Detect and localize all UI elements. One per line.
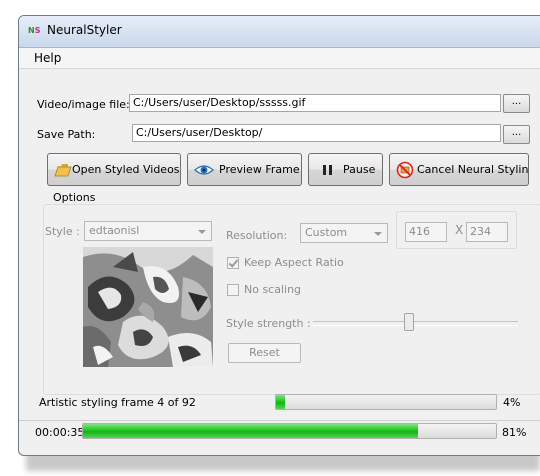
browse-video-button[interactable]: ...: [503, 94, 530, 113]
reset-button[interactable]: Reset: [228, 343, 301, 363]
no-scaling-checkbox[interactable]: [227, 284, 239, 296]
total-progress-percent: 81%: [502, 426, 527, 439]
resolution-label: Resolution:: [226, 229, 288, 242]
cancel-neural-styling-label: Cancel Neural Styling: [417, 163, 529, 176]
style-strength-slider[interactable]: [404, 313, 415, 331]
frame-progress-bar: [275, 394, 497, 410]
options-title: Options: [51, 191, 98, 204]
resolution-select-value: Custom: [305, 226, 348, 239]
style-strength-track[interactable]: [313, 321, 518, 326]
title-bar[interactable]: NS NeuralStyler: [19, 16, 540, 48]
style-label: Style :: [45, 225, 80, 238]
app-icon: NS: [28, 26, 41, 35]
no-scaling-label: No scaling: [244, 283, 302, 296]
app-window: NS NeuralStyler Help Video/image file: C…: [18, 15, 540, 456]
browse-save-button[interactable]: ...: [503, 125, 530, 144]
folder-icon: [54, 161, 72, 179]
chevron-down-icon: [198, 230, 206, 234]
total-progress-bar: [82, 423, 497, 439]
cancel-neural-styling-button[interactable]: Cancel Neural Styling: [389, 153, 529, 186]
separator: [19, 420, 540, 421]
menu-help[interactable]: Help: [34, 51, 61, 65]
pause-label: Pause: [343, 163, 376, 176]
pause-icon: [321, 161, 339, 179]
keep-aspect-label: Keep Aspect Ratio: [244, 256, 344, 269]
height-field[interactable]: 234: [466, 222, 508, 242]
style-strength-label: Style strength :: [226, 317, 311, 330]
chevron-down-icon: [374, 232, 382, 236]
frame-progress-label: Artistic styling frame 4 of 92: [39, 396, 196, 409]
style-select[interactable]: edtaonisl: [84, 221, 212, 241]
pause-button[interactable]: Pause: [308, 153, 383, 186]
save-path-field[interactable]: C:/Users/user/Desktop/: [132, 124, 501, 142]
cancel-icon: [396, 161, 414, 179]
resolution-select[interactable]: Custom: [300, 223, 388, 243]
style-select-value: edtaonisl: [89, 224, 140, 237]
video-file-label: Video/image file:: [37, 98, 130, 111]
save-path-label: Save Path:: [37, 128, 96, 141]
keep-aspect-checkbox[interactable]: [227, 257, 239, 269]
width-field[interactable]: 416: [405, 222, 447, 242]
elapsed-time: 00:00:35: [35, 426, 85, 439]
open-styled-videos-button[interactable]: Open Styled Videos: [47, 153, 181, 186]
size-separator: X: [455, 223, 464, 237]
preview-frame-label: Preview Frame: [219, 163, 300, 176]
open-styled-videos-label: Open Styled Videos: [72, 163, 180, 176]
style-preview-image: [83, 247, 213, 367]
video-file-field[interactable]: C:/Users/user/Desktop/sssss.gif: [129, 94, 501, 112]
menu-bar: Help: [19, 48, 540, 69]
frame-progress-percent: 4%: [503, 396, 521, 409]
frame-progress-fill: [276, 395, 285, 409]
total-progress-fill: [83, 424, 418, 438]
window-title: NeuralStyler: [47, 23, 122, 37]
preview-frame-button[interactable]: Preview Frame: [187, 153, 302, 186]
eye-icon: [194, 161, 214, 179]
